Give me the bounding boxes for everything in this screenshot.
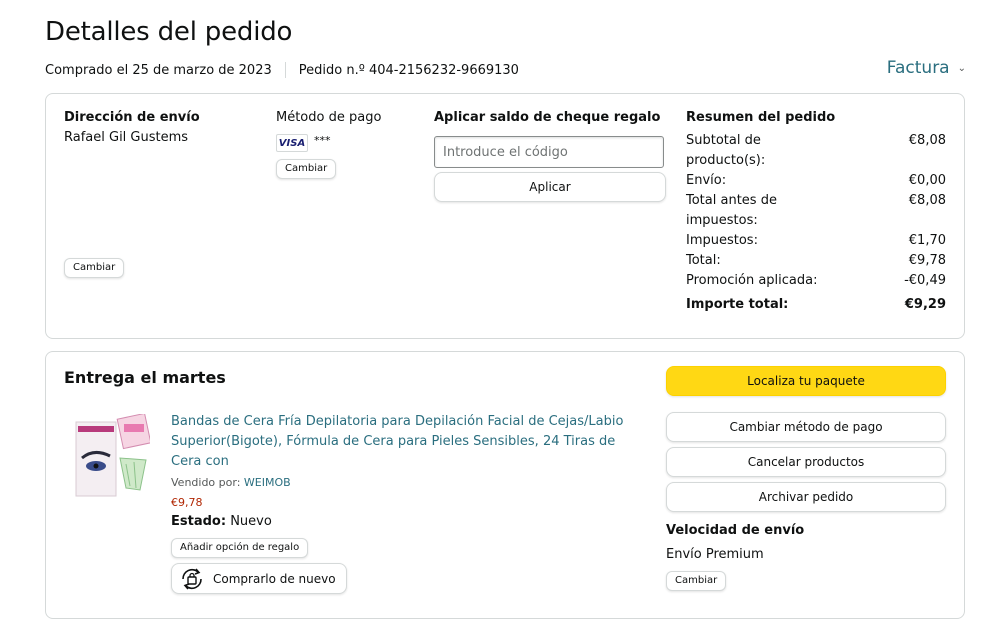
giftcard-code-input[interactable] bbox=[434, 136, 664, 168]
sold-by-label: Vendido por: bbox=[171, 476, 241, 489]
sold-by: Vendido por: WEIMOB bbox=[171, 476, 291, 489]
seller-link[interactable]: WEIMOB bbox=[244, 476, 291, 489]
buy-again-button[interactable]: Comprarlo de nuevo bbox=[171, 563, 347, 594]
summary-label: Promoción aplicada: bbox=[686, 273, 818, 288]
summary-value: €1,70 bbox=[908, 233, 946, 248]
visa-card-icon: VISA bbox=[276, 134, 308, 152]
condition-label: Estado: bbox=[171, 514, 227, 529]
add-gift-option-button[interactable]: Añadir opción de regalo bbox=[171, 538, 309, 558]
purchase-date: Comprado el 25 de marzo de 2023 bbox=[45, 62, 272, 78]
summary-row: Impuestos: €1,70 bbox=[686, 231, 946, 251]
order-info-card: Dirección de envío Rafael Gil Gustems Ca… bbox=[45, 93, 965, 339]
summary-total-value: €9,29 bbox=[904, 297, 946, 312]
giftcard-heading: Aplicar saldo de cheque regalo bbox=[434, 110, 661, 125]
summary-label: Total: bbox=[686, 253, 721, 268]
shipping-address: Dirección de envío Rafael Gil Gustems bbox=[64, 110, 200, 145]
wax-strips-image-icon bbox=[75, 412, 152, 497]
delivery-heading: Entrega el martes bbox=[64, 368, 226, 387]
summary-value: €8,08 bbox=[908, 133, 946, 148]
summary-value: €0,00 bbox=[908, 173, 946, 188]
change-payment-method-button[interactable]: Cambiar método de pago bbox=[666, 412, 946, 442]
summary-row: Total antes de impuestos: €8,08 bbox=[686, 191, 946, 231]
apply-giftcard-button[interactable]: Aplicar bbox=[434, 172, 666, 202]
payment-heading: Método de pago bbox=[276, 110, 382, 125]
archive-order-button[interactable]: Archivar pedido bbox=[666, 482, 946, 512]
order-number: Pedido n.º 404-2156232-9669130 bbox=[298, 62, 519, 78]
summary-value: €9,78 bbox=[908, 253, 946, 268]
summary-value: -€0,49 bbox=[904, 273, 946, 288]
shipping-name: Rafael Gil Gustems bbox=[64, 130, 189, 145]
change-shipping-speed-button[interactable]: Cambiar bbox=[666, 571, 727, 591]
summary-total-label: Importe total: bbox=[686, 297, 789, 312]
shipping-speed-value: Envío Premium bbox=[666, 547, 764, 562]
product-condition: Estado: Nuevo bbox=[171, 514, 272, 529]
shipping-speed-heading: Velocidad de envío bbox=[666, 523, 805, 538]
summary-row: Subtotal de producto(s): €8,08 bbox=[686, 131, 946, 171]
product-image[interactable] bbox=[74, 412, 152, 498]
condition-value: Nuevo bbox=[230, 514, 272, 529]
cancel-items-button[interactable]: Cancelar productos bbox=[666, 447, 946, 477]
order-meta: Comprado el 25 de marzo de 2023 Pedido n… bbox=[45, 62, 519, 78]
summary-row: Total: €9,78 bbox=[686, 251, 946, 271]
summary-heading: Resumen del pedido bbox=[686, 110, 836, 125]
order-summary: Resumen del pedido Subtotal de producto(… bbox=[686, 110, 946, 315]
buy-again-label: Comprarlo de nuevo bbox=[213, 571, 336, 586]
page-title: Detalles del pedido bbox=[45, 17, 293, 47]
invoice-label: Factura bbox=[886, 58, 950, 78]
summary-label: Envío: bbox=[686, 173, 727, 188]
meta-divider bbox=[284, 62, 286, 78]
product-price: €9,78 bbox=[171, 496, 203, 509]
delivery-card: Entrega el martes Bandas de Cera Fría De… bbox=[45, 351, 965, 619]
shipping-heading: Dirección de envío bbox=[64, 110, 200, 125]
summary-label: Impuestos: bbox=[686, 233, 758, 248]
invoice-dropdown[interactable]: Factura ⌄ bbox=[887, 58, 966, 78]
product-title-link[interactable]: Bandas de Cera Fría Depilatoria para Dep… bbox=[171, 412, 641, 472]
change-address-button[interactable]: Cambiar bbox=[64, 258, 125, 278]
chevron-down-icon: ⌄ bbox=[957, 62, 966, 74]
summary-label: Total antes de impuestos: bbox=[686, 193, 777, 228]
buy-again-icon bbox=[182, 567, 202, 590]
summary-total-row: Importe total: €9,29 bbox=[686, 295, 946, 315]
change-payment-button[interactable]: Cambiar bbox=[276, 159, 337, 179]
card-mask: *** bbox=[314, 134, 331, 147]
summary-value: €8,08 bbox=[908, 193, 946, 208]
summary-row: Promoción aplicada: -€0,49 bbox=[686, 271, 946, 291]
track-package-button[interactable]: Localiza tu paquete bbox=[666, 366, 946, 396]
summary-label: Subtotal de producto(s): bbox=[686, 133, 766, 168]
summary-row: Envío: €0,00 bbox=[686, 171, 946, 191]
